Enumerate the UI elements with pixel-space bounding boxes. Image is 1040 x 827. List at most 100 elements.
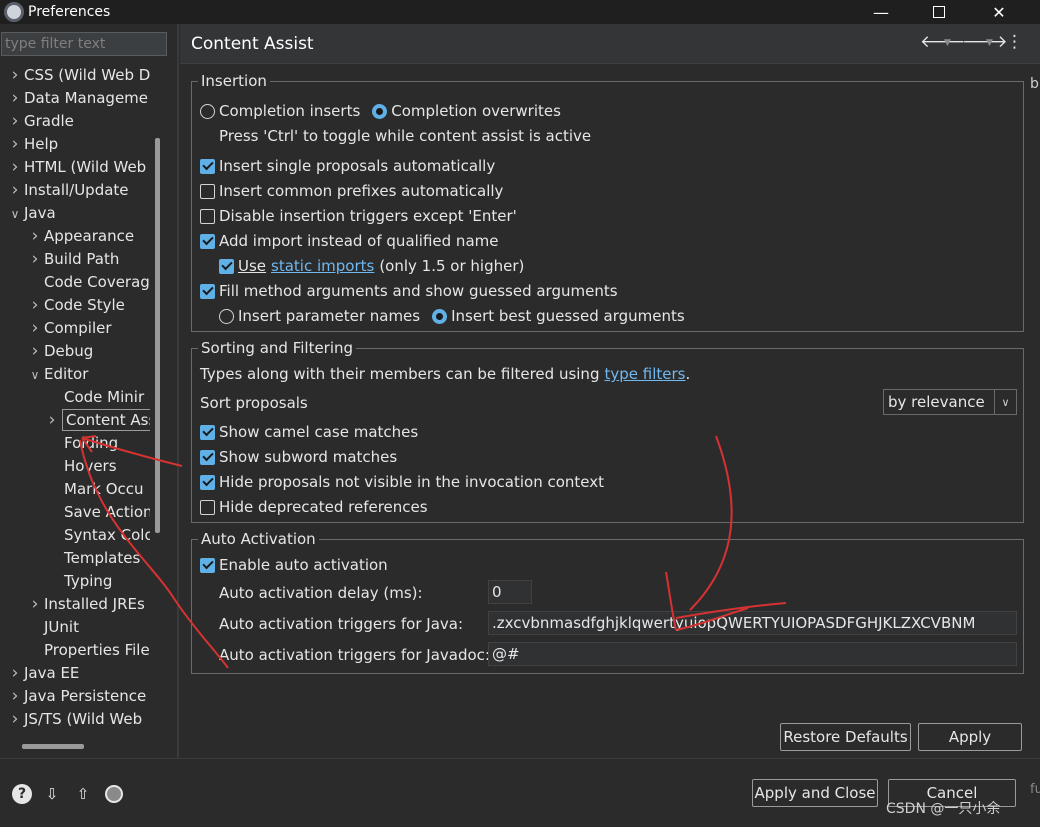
- chevron-right-icon[interactable]: ›: [28, 225, 42, 248]
- javadoc-triggers-input[interactable]: @#: [488, 642, 1017, 666]
- filter-input[interactable]: type filter text: [1, 32, 167, 56]
- chevron-right-icon[interactable]: ›: [8, 133, 22, 156]
- tree-item[interactable]: Folding: [48, 432, 118, 455]
- tree-item[interactable]: Templates: [48, 547, 140, 570]
- back-history-dropdown-icon[interactable]: ▼: [944, 38, 951, 48]
- camel-case-row[interactable]: Show camel case matches: [200, 421, 418, 443]
- sort-proposals-select[interactable]: by relevance ∨: [883, 389, 1017, 415]
- chevron-right-icon[interactable]: ›: [45, 410, 59, 430]
- tree-item[interactable]: ∨ Java: [8, 202, 56, 225]
- camel-case-label[interactable]: Show camel case matches: [219, 423, 418, 441]
- tree-item[interactable]: Save Action: [48, 501, 150, 524]
- add-import-checkbox[interactable]: [200, 233, 215, 249]
- back-arrow-icon[interactable]: 🡐: [920, 32, 966, 52]
- common-prefixes-row[interactable]: Insert common prefixes automatically: [200, 180, 503, 202]
- tree-item[interactable]: › Install/Update: [8, 179, 129, 202]
- chevron-down-icon[interactable]: ∨: [28, 364, 42, 387]
- chevron-right-icon[interactable]: ›: [8, 87, 22, 110]
- completion-overwrites-label[interactable]: Completion overwrites: [391, 102, 561, 120]
- tree-item[interactable]: › Build Path: [28, 248, 120, 271]
- chevron-right-icon[interactable]: ›: [28, 248, 42, 271]
- best-guessed-label[interactable]: Insert best guessed arguments: [451, 307, 685, 325]
- chevron-right-icon[interactable]: ›: [28, 340, 42, 363]
- tree-item[interactable]: › Java Persistence: [8, 685, 147, 708]
- help-icon[interactable]: ?: [12, 784, 32, 804]
- camel-case-checkbox[interactable]: [200, 424, 215, 440]
- import-preferences-icon[interactable]: ⇩: [42, 784, 62, 804]
- subword-checkbox[interactable]: [200, 449, 215, 465]
- tree-item[interactable]: › Code Style: [28, 294, 125, 317]
- tree-item[interactable]: Properties File: [28, 639, 150, 662]
- tree-item[interactable]: › Compiler: [28, 317, 112, 340]
- disable-triggers-label[interactable]: Disable insertion triggers except 'Enter…: [219, 207, 517, 225]
- type-filters-link[interactable]: type filters: [604, 365, 685, 383]
- tree-item[interactable]: › JS/TS (Wild Web: [8, 708, 143, 731]
- chevron-right-icon[interactable]: ›: [8, 662, 22, 685]
- hide-deprecated-label[interactable]: Hide deprecated references: [219, 498, 428, 516]
- hide-deprecated-row[interactable]: Hide deprecated references: [200, 496, 428, 518]
- java-triggers-input[interactable]: .zxcvbnmasdfghjklqwertyuiopQWERTYUIOPASD…: [488, 611, 1017, 635]
- panel-divider[interactable]: [177, 24, 179, 758]
- tree-item[interactable]: Mark Occu: [48, 478, 144, 501]
- chevron-right-icon[interactable]: ›: [8, 179, 22, 202]
- apply-button[interactable]: Apply: [918, 723, 1022, 751]
- chevron-down-icon[interactable]: ∨: [8, 203, 22, 226]
- chevron-right-icon[interactable]: ›: [8, 64, 22, 87]
- tree-item[interactable]: Hovers: [48, 455, 117, 478]
- delay-input[interactable]: 0: [488, 580, 532, 604]
- static-imports-row[interactable]: Use static imports (only 1.5 or higher): [219, 255, 524, 277]
- single-proposals-checkbox[interactable]: [200, 158, 215, 174]
- view-menu-icon[interactable]: ⋮: [1006, 32, 1023, 52]
- subword-row[interactable]: Show subword matches: [200, 446, 397, 468]
- static-imports-checkbox[interactable]: [219, 258, 234, 274]
- tree-item[interactable]: › HTML (Wild Web: [8, 156, 147, 179]
- minimize-button[interactable]: —: [858, 0, 904, 24]
- subword-label[interactable]: Show subword matches: [219, 448, 397, 466]
- best-guessed-radio[interactable]: [432, 308, 448, 324]
- tree-item[interactable]: › Java EE: [8, 662, 80, 685]
- tree-item[interactable]: ›Content Assist: [49, 409, 150, 431]
- chevron-right-icon[interactable]: ›: [8, 110, 22, 133]
- completion-inserts-radio[interactable]: [200, 103, 215, 119]
- tree-item[interactable]: › Debug: [28, 340, 94, 363]
- hide-deprecated-checkbox[interactable]: [200, 499, 215, 515]
- forward-arrow-icon[interactable]: 🡒: [962, 32, 1008, 52]
- enable-auto-row[interactable]: Enable auto activation: [200, 554, 388, 576]
- common-prefixes-label[interactable]: Insert common prefixes automatically: [219, 182, 503, 200]
- chevron-right-icon[interactable]: ›: [8, 685, 22, 708]
- tree-vertical-scrollbar[interactable]: [155, 138, 160, 533]
- parameter-names-radio[interactable]: [219, 308, 234, 324]
- disable-triggers-row[interactable]: Disable insertion triggers except 'Enter…: [200, 205, 517, 227]
- completion-overwrites-radio[interactable]: [372, 103, 388, 119]
- chevron-right-icon[interactable]: ›: [8, 708, 22, 731]
- tree-item[interactable]: Syntax Colo: [48, 524, 150, 547]
- forward-history-dropdown-icon[interactable]: ▼: [986, 38, 993, 48]
- static-imports-link[interactable]: static imports: [271, 257, 374, 275]
- hide-invisible-row[interactable]: Hide proposals not visible in the invoca…: [200, 471, 604, 493]
- export-preferences-icon[interactable]: ⇧: [73, 784, 93, 804]
- tree-item[interactable]: Code Minir: [48, 386, 144, 409]
- oomph-record-icon[interactable]: [105, 785, 123, 803]
- tree-item[interactable]: › Appearance: [28, 225, 134, 248]
- maximize-button[interactable]: [916, 0, 962, 24]
- enable-auto-label[interactable]: Enable auto activation: [219, 556, 388, 574]
- hide-invisible-label[interactable]: Hide proposals not visible in the invoca…: [219, 473, 604, 491]
- chevron-right-icon[interactable]: ›: [28, 317, 42, 340]
- disable-triggers-checkbox[interactable]: [200, 208, 215, 224]
- tree-item[interactable]: › Installed JREs: [28, 593, 145, 616]
- tree-item[interactable]: JUnit: [28, 616, 79, 639]
- tree-item[interactable]: ∨ Editor: [28, 363, 89, 387]
- fill-arguments-checkbox[interactable]: [200, 283, 215, 299]
- fill-arguments-label[interactable]: Fill method arguments and show guessed a…: [219, 282, 618, 300]
- tree-item[interactable]: › Help: [8, 133, 59, 156]
- chevron-right-icon[interactable]: ›: [28, 294, 42, 317]
- enable-auto-checkbox[interactable]: [200, 557, 215, 573]
- tree-item[interactable]: › CSS (Wild Web D: [8, 64, 150, 87]
- tree-horizontal-scrollbar[interactable]: [22, 744, 84, 749]
- single-proposals-label[interactable]: Insert single proposals automatically: [219, 157, 495, 175]
- fill-arguments-row[interactable]: Fill method arguments and show guessed a…: [200, 280, 618, 302]
- parameter-names-label[interactable]: Insert parameter names: [238, 307, 420, 325]
- tree-item[interactable]: Code Coverag: [28, 271, 150, 294]
- tree-item[interactable]: › Data Manageme: [8, 87, 148, 110]
- add-import-label[interactable]: Add import instead of qualified name: [219, 232, 498, 250]
